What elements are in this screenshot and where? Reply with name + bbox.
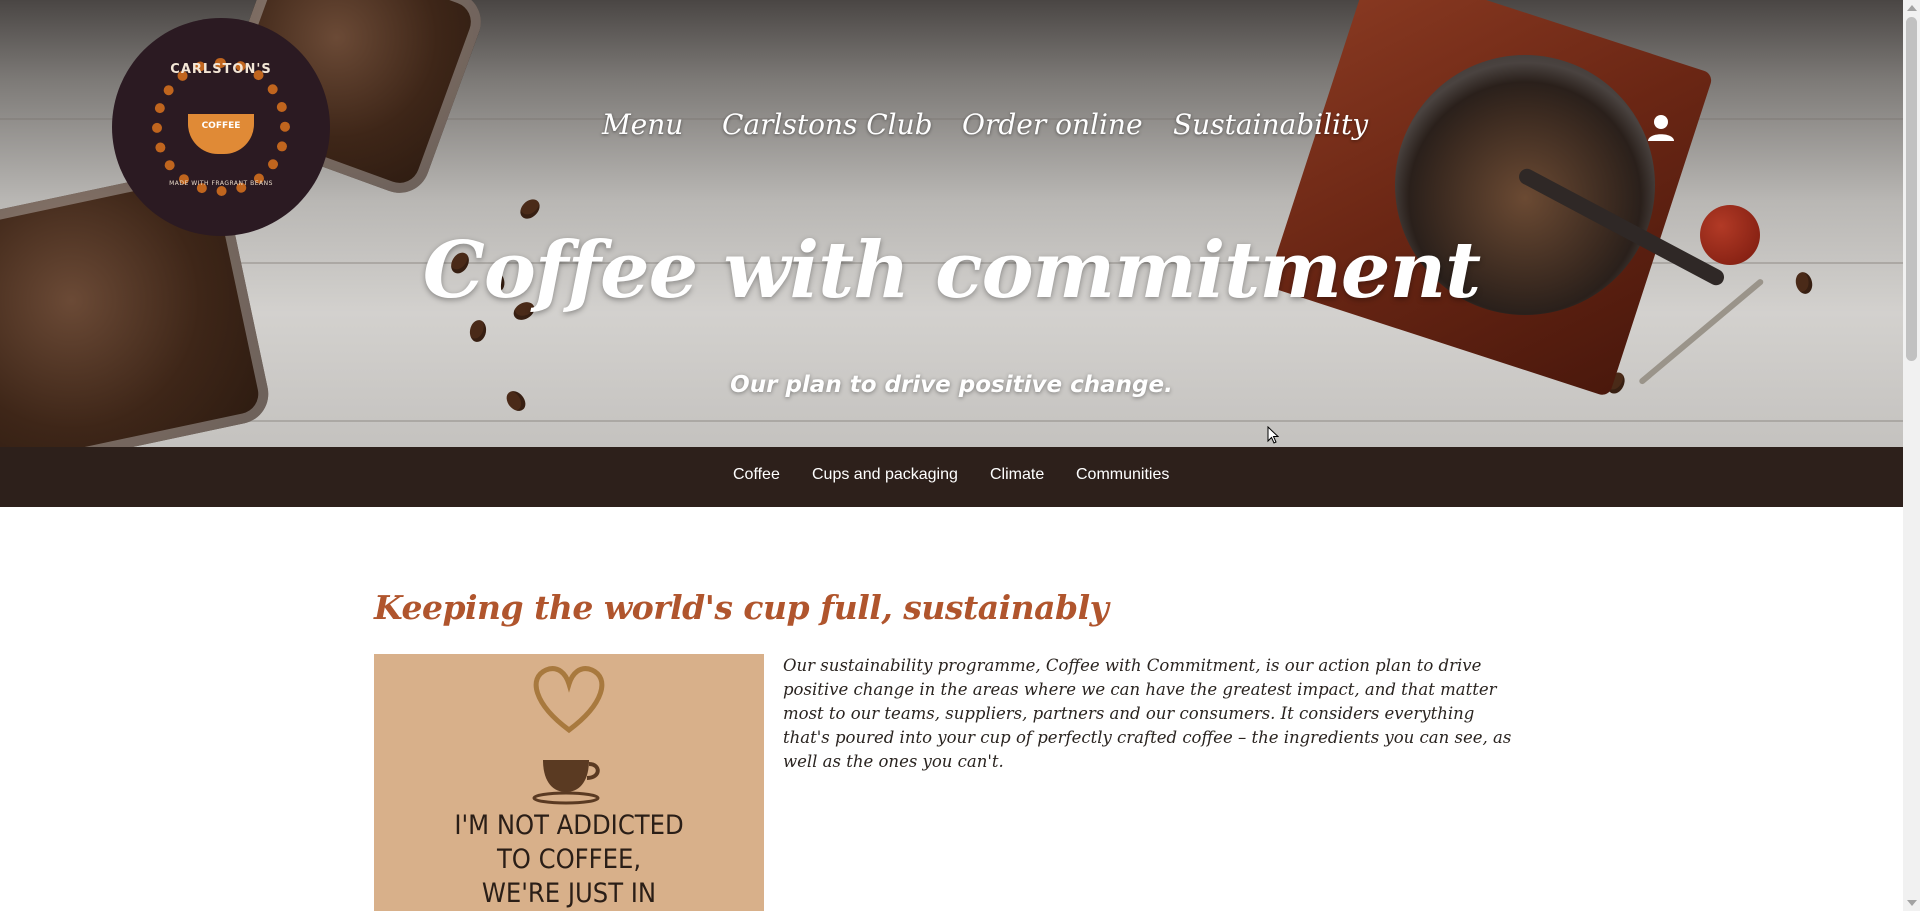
poster-text: I'M NOT ADDICTED TO COFFEE, WE'RE JUST I… bbox=[374, 809, 764, 911]
coffee-bean bbox=[516, 195, 544, 223]
subnav-item-coffee[interactable]: Coffee bbox=[733, 466, 780, 484]
nav-item-order-online[interactable]: Order online bbox=[962, 108, 1143, 141]
mouse-cursor-icon bbox=[1267, 426, 1279, 444]
coffee-cup-icon bbox=[532, 760, 600, 805]
main-nav: Menu Carlstons Club Order online Sustain… bbox=[0, 108, 1903, 148]
subnav-item-communities[interactable]: Communities bbox=[1076, 466, 1169, 484]
hero-title: Coffee with commitment bbox=[422, 225, 1481, 316]
scrollbar-thumb[interactable] bbox=[1906, 17, 1917, 361]
subnav-item-climate[interactable]: Climate bbox=[990, 466, 1044, 484]
logo-tagline: MADE WITH FRAGRANT BEANS bbox=[169, 180, 273, 187]
scroll-up-icon[interactable] bbox=[1907, 5, 1917, 11]
subnav-item-cups-and-packaging[interactable]: Cups and packaging bbox=[812, 466, 958, 484]
user-icon[interactable] bbox=[1646, 113, 1676, 143]
section-heading: Keeping the world's cup full, sustainabl… bbox=[374, 588, 1109, 627]
poster-line: WE'RE JUST IN bbox=[481, 878, 657, 909]
scroll-down-icon[interactable] bbox=[1907, 900, 1917, 906]
nav-item-menu[interactable]: Menu bbox=[602, 108, 683, 141]
nav-item-carlstons-club[interactable]: Carlstons Club bbox=[722, 108, 933, 141]
nav-item-sustainability[interactable]: Sustainability bbox=[1173, 108, 1368, 141]
wood-plank-line bbox=[0, 420, 1903, 422]
page-scrollbar[interactable] bbox=[1903, 0, 1920, 911]
coffee-poster-image: I'M NOT ADDICTED TO COFFEE, WE'RE JUST I… bbox=[374, 654, 764, 911]
coffee-bean bbox=[468, 318, 488, 344]
hero-subtitle: Our plan to drive positive change. bbox=[730, 372, 1173, 398]
section-subnav: Coffee Cups and packaging Climate Commun… bbox=[0, 447, 1903, 507]
hero-banner: CARLSTON'S COFFEE MADE WITH FRAGRANT BEA… bbox=[0, 0, 1903, 447]
logo-brand-name: CARLSTON'S bbox=[170, 62, 272, 77]
poster-line: TO COFFEE, bbox=[496, 844, 642, 875]
poster-line: I'M NOT ADDICTED bbox=[454, 810, 684, 841]
heart-steam-icon bbox=[533, 666, 605, 734]
sustainability-paragraph: Our sustainability programme, Coffee wit… bbox=[783, 656, 1512, 771]
